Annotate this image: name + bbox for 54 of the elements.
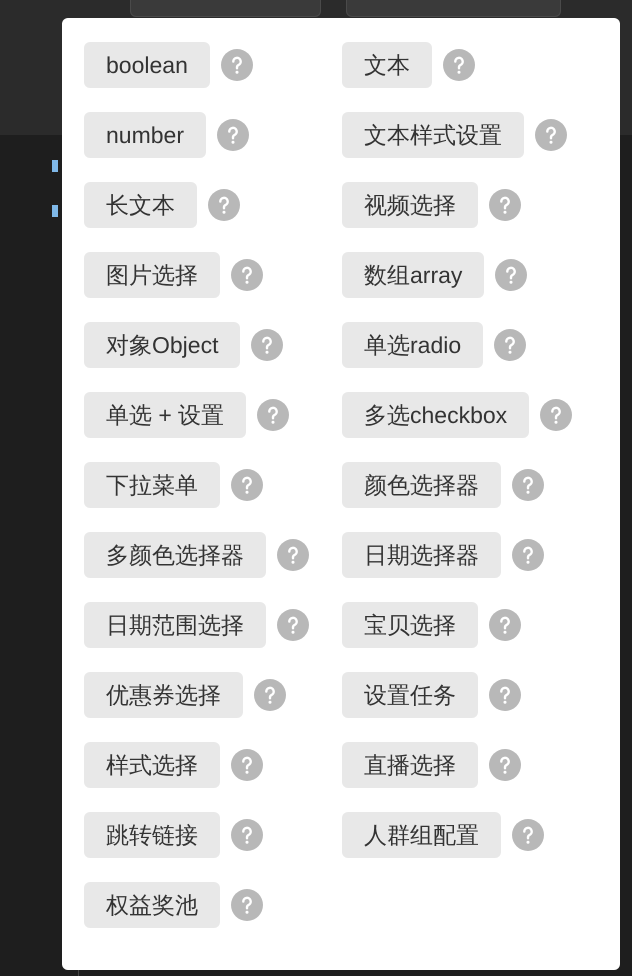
component-chip[interactable]: 直播选择 [342,742,478,788]
help-icon[interactable] [512,539,544,571]
component-chip[interactable]: 权益奖池 [84,882,220,928]
component-chip[interactable]: 多颜色选择器 [84,532,266,578]
help-icon[interactable] [443,49,475,81]
help-icon[interactable] [231,819,263,851]
help-icon[interactable] [231,889,263,921]
help-icon[interactable] [512,819,544,851]
help-icon[interactable] [220,49,253,81]
help-icon[interactable] [231,259,263,291]
button[interactable] [346,0,561,17]
help-icon[interactable] [257,399,290,431]
help-icon[interactable] [208,189,240,221]
component-chip[interactable]: 跳转链接 [84,812,220,858]
component-chip[interactable]: 单选 + 设置 [84,392,246,438]
component-chip[interactable]: 下拉菜单 [84,462,220,508]
help-icon[interactable] [489,189,521,221]
help-icon[interactable] [277,609,309,641]
component-chip[interactable]: 日期范围选择 [84,602,266,648]
component-chip[interactable]: 对象Object [84,322,240,368]
component-chip[interactable]: 人群组配置 [342,812,501,858]
help-icon[interactable] [489,609,521,641]
help-icon[interactable] [489,679,521,711]
component-chip[interactable]: 日期选择器 [342,532,501,578]
component-chip[interactable]: 文本样式设置 [342,112,524,158]
component-chip[interactable]: boolean [84,42,210,88]
help-icon[interactable] [231,749,263,781]
component-chip[interactable]: 优惠券选择 [84,672,243,718]
code-marker [52,160,58,172]
help-icon[interactable] [489,749,521,781]
help-icon[interactable] [494,329,526,361]
component-chip[interactable]: 长文本 [84,182,197,228]
component-chip[interactable]: 颜色选择器 [342,462,501,508]
help-icon[interactable] [277,539,309,571]
help-icon[interactable] [254,679,286,711]
component-chip[interactable]: 数组array [342,252,484,298]
component-chip[interactable]: 视频选择 [342,182,478,228]
component-chip[interactable]: 图片选择 [84,252,220,298]
component-chip[interactable]: 样式选择 [84,742,220,788]
component-chip[interactable]: 宝贝选择 [342,602,478,648]
help-icon[interactable] [540,399,572,431]
component-chip[interactable]: number [84,112,206,158]
component-chip[interactable]: 文本 [342,42,432,88]
component-chip[interactable]: 设置任务 [342,672,478,718]
help-icon[interactable] [231,469,263,501]
help-icon[interactable] [495,259,528,291]
help-icon[interactable] [251,329,284,361]
code-marker [52,205,58,217]
button[interactable] [130,0,321,17]
component-chip[interactable]: 多选checkbox [342,392,530,438]
help-icon[interactable] [216,119,249,151]
help-icon[interactable] [512,469,544,501]
component-chip[interactable]: 单选radio [342,322,484,368]
help-icon[interactable] [535,119,567,151]
